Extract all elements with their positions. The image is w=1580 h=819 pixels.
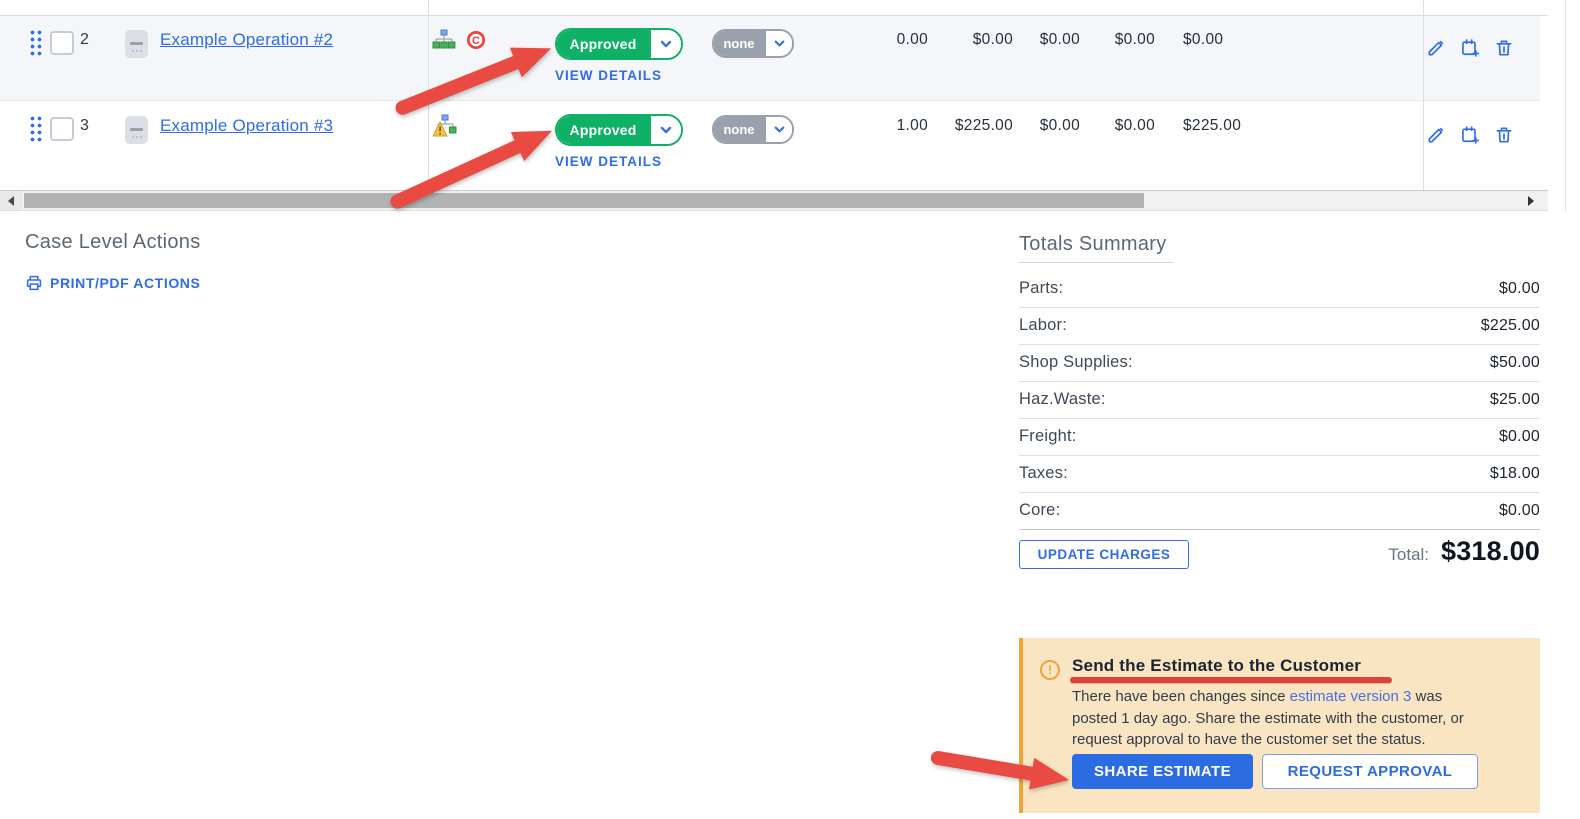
cell-other: $0.00 bbox=[1114, 117, 1155, 134]
operation-link[interactable]: Example Operation #3 bbox=[160, 116, 333, 136]
duplicate-icon[interactable] bbox=[1460, 38, 1480, 58]
totals-value: $25.00 bbox=[1489, 390, 1540, 408]
secondary-status-dropdown[interactable]: none bbox=[712, 29, 794, 58]
scroll-left-icon bbox=[8, 195, 14, 206]
status-label: Approved bbox=[557, 116, 649, 144]
secondary-status-label: none bbox=[714, 31, 764, 56]
cell-parts: $0.00 bbox=[1039, 117, 1080, 134]
row-number: 3 bbox=[80, 117, 89, 134]
scroll-right-icon bbox=[1528, 196, 1534, 206]
status-label: Approved bbox=[557, 30, 649, 58]
totals-row-freight: Freight: $0.00 bbox=[1019, 418, 1540, 456]
view-details-link[interactable]: VIEW DETAILS bbox=[555, 68, 662, 83]
totals-label: Haz.Waste: bbox=[1019, 390, 1106, 408]
view-details-link[interactable]: VIEW DETAILS bbox=[555, 154, 662, 169]
annotation-underline bbox=[1070, 677, 1392, 683]
share-estimate-button[interactable]: SHARE ESTIMATE bbox=[1072, 754, 1253, 789]
scroll-right-button[interactable] bbox=[1528, 196, 1534, 206]
totals-row-core: Core: $0.00 bbox=[1019, 492, 1540, 530]
secondary-status-dropdown[interactable]: none bbox=[712, 115, 794, 144]
total-value: $318.00 bbox=[1441, 536, 1540, 566]
table-header-border bbox=[0, 15, 1548, 16]
estimate-version-link[interactable]: estimate version 3 bbox=[1290, 688, 1412, 705]
delete-icon[interactable] bbox=[1494, 38, 1514, 58]
totals-row-taxes: Taxes: $18.00 bbox=[1019, 455, 1540, 493]
total-label: Total: bbox=[1388, 545, 1429, 564]
notice-text: There have been changes since bbox=[1072, 688, 1290, 705]
chevron-down-icon bbox=[660, 126, 672, 134]
secondary-status-label: none bbox=[714, 117, 764, 142]
minus-icon bbox=[130, 42, 143, 45]
scrollbar-thumb[interactable] bbox=[24, 193, 1144, 208]
totals-row-haz-waste: Haz.Waste: $25.00 bbox=[1019, 381, 1540, 419]
dots-icon bbox=[132, 136, 134, 138]
notice-title: Send the Estimate to the Customer bbox=[1072, 656, 1362, 675]
cell-qty: 1.00 bbox=[896, 117, 928, 134]
c-glyph: C bbox=[472, 35, 480, 47]
totals-label: Freight: bbox=[1019, 427, 1077, 445]
totals-row-shop-supplies: Shop Supplies: $50.00 bbox=[1019, 344, 1540, 382]
print-pdf-actions-link[interactable]: PRINT/PDF ACTIONS bbox=[25, 274, 200, 292]
totals-label: Labor: bbox=[1019, 316, 1067, 334]
case-level-actions-title: Case Level Actions bbox=[25, 231, 201, 253]
edit-icon[interactable] bbox=[1426, 38, 1446, 58]
edit-icon[interactable] bbox=[1426, 125, 1446, 145]
chevron-down-icon bbox=[774, 126, 784, 133]
operation-link[interactable]: Example Operation #2 bbox=[160, 30, 333, 50]
title-divider bbox=[1019, 262, 1174, 263]
totals-value: $225.00 bbox=[1480, 316, 1540, 334]
row-number: 2 bbox=[80, 31, 89, 48]
cell-parts: $0.00 bbox=[1039, 31, 1080, 48]
totals-label: Parts: bbox=[1019, 279, 1064, 297]
printer-icon bbox=[26, 275, 42, 291]
totals-summary-title: Totals Summary bbox=[1019, 233, 1167, 255]
minus-icon bbox=[130, 128, 143, 131]
totals-value: $0.00 bbox=[1498, 279, 1540, 297]
column-divider bbox=[1423, 0, 1424, 190]
update-charges-button[interactable]: UPDATE CHARGES bbox=[1019, 540, 1189, 569]
panel-right-border bbox=[1565, 0, 1566, 212]
send-estimate-notice: Send the Estimate to the Customer There … bbox=[1019, 638, 1540, 813]
page: 2 Example Operation #2 C Approved VIEW D… bbox=[0, 0, 1580, 819]
totals-label: Core: bbox=[1019, 501, 1061, 519]
totals-value: $0.00 bbox=[1498, 427, 1540, 445]
totals-value: $18.00 bbox=[1489, 464, 1540, 482]
print-pdf-actions-label: PRINT/PDF ACTIONS bbox=[50, 275, 201, 291]
drag-handle[interactable] bbox=[29, 115, 42, 142]
row-checkbox[interactable] bbox=[50, 117, 74, 141]
scroll-left-button[interactable] bbox=[0, 191, 22, 210]
chevron-down-icon bbox=[774, 40, 784, 47]
cell-other: $0.00 bbox=[1114, 31, 1155, 48]
totals-label: Taxes: bbox=[1019, 464, 1068, 482]
status-dropdown[interactable]: Approved bbox=[555, 28, 683, 60]
cell-qty: 0.00 bbox=[896, 31, 928, 48]
table-row bbox=[0, 100, 1540, 191]
delete-icon[interactable] bbox=[1494, 125, 1514, 145]
warning-icon bbox=[1040, 660, 1060, 680]
cell-total: $0.00 bbox=[1183, 31, 1224, 48]
cell-total: $225.00 bbox=[1183, 117, 1242, 134]
totals-label: Shop Supplies: bbox=[1019, 353, 1133, 371]
row-checkbox[interactable] bbox=[50, 31, 74, 55]
column-divider bbox=[428, 0, 429, 190]
totals-row-labor: Labor: $225.00 bbox=[1019, 307, 1540, 345]
chevron-down-icon bbox=[660, 40, 672, 48]
status-dropdown[interactable]: Approved bbox=[555, 114, 683, 146]
horizontal-scrollbar[interactable] bbox=[0, 190, 1548, 211]
totals-value: $0.00 bbox=[1498, 501, 1540, 519]
duplicate-icon[interactable] bbox=[1460, 125, 1480, 145]
customer-badge-icon: C bbox=[467, 31, 485, 49]
request-approval-button[interactable]: REQUEST APPROVAL bbox=[1262, 754, 1478, 789]
notice-body: There have been changes since estimate v… bbox=[1072, 686, 1486, 751]
collapse-row-button[interactable] bbox=[125, 30, 148, 58]
drag-handle[interactable] bbox=[29, 29, 42, 56]
totals-value: $50.00 bbox=[1489, 353, 1540, 371]
hierarchy-icon bbox=[432, 29, 456, 49]
totals-row-parts: Parts: $0.00 bbox=[1019, 270, 1540, 308]
collapse-row-button[interactable] bbox=[125, 116, 148, 144]
hierarchy-warning-icon bbox=[433, 114, 457, 137]
grand-total: Total: $318.00 bbox=[1200, 536, 1540, 567]
dots-icon bbox=[132, 50, 134, 52]
